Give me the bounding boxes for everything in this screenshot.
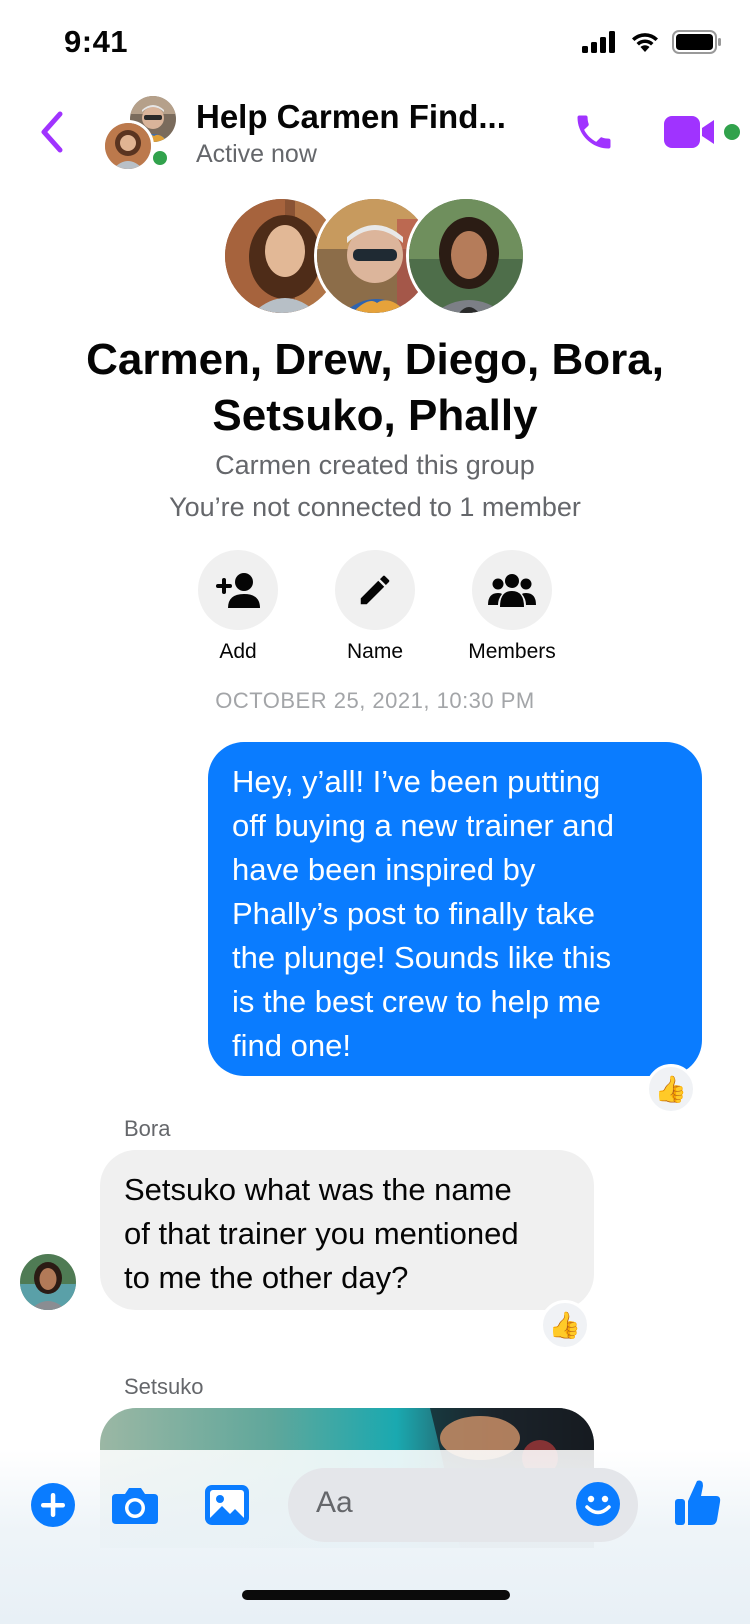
group-actions: Add Name Members <box>0 550 750 663</box>
video-camera-icon <box>664 116 714 148</box>
message-line: find one! <box>232 1028 351 1063</box>
wifi-icon <box>630 31 660 58</box>
add-member-circle[interactable] <box>198 550 278 630</box>
outgoing-message-bubble[interactable]: Hey, y’all! I’ve been putting off buying… <box>208 742 702 1076</box>
sender-name-bora: Bora <box>124 1116 171 1141</box>
add-member-button[interactable]: Add <box>178 550 298 664</box>
name-group-button[interactable]: Name <box>315 550 435 664</box>
message-input-placeholder: Aa <box>316 1486 353 1519</box>
status-time: 9:41 <box>64 24 129 59</box>
avatar-phally-large <box>406 196 526 316</box>
thumbs-up-reaction[interactable]: 👍 <box>646 1064 696 1114</box>
gallery-button[interactable] <box>202 1480 252 1530</box>
group-members-avatars <box>222 196 528 316</box>
message-timestamp: OCTOBER 25, 2021, 10:30 PM <box>215 688 535 713</box>
members-label: Members <box>468 640 556 663</box>
status-bar: 9:41 <box>0 0 750 88</box>
back-button[interactable] <box>30 106 74 158</box>
message-line: the plunge! Sounds like this <box>232 940 612 975</box>
connection-info-text: You’re not connected to 1 member <box>169 492 581 522</box>
avatar-carmen <box>102 120 154 172</box>
group-created-text: Carmen created this group <box>215 450 535 480</box>
members-button[interactable]: Members <box>452 550 572 664</box>
camera-button[interactable] <box>110 1480 160 1530</box>
members-circle[interactable] <box>472 550 552 630</box>
online-indicator <box>150 148 170 168</box>
avatar-bora[interactable] <box>20 1254 76 1310</box>
message-line: have been inspired by <box>232 852 536 887</box>
message-line: off buying a new trainer and <box>232 808 615 843</box>
home-indicator <box>242 1590 510 1600</box>
emoji-button[interactable] <box>574 1480 624 1530</box>
thumbs-up-reaction[interactable]: 👍 <box>540 1300 590 1350</box>
message-input[interactable]: Aa <box>288 1468 638 1542</box>
more-actions-button[interactable] <box>28 1480 78 1530</box>
sender-name-setsuko: Setsuko <box>124 1374 204 1399</box>
audio-call-button[interactable] <box>568 106 620 158</box>
photo-icon <box>205 1485 249 1525</box>
video-active-indicator <box>724 124 740 140</box>
message-line: to me the other day? <box>124 1260 409 1295</box>
message-line: Phally’s post to finally take <box>232 896 596 931</box>
message-line: is the best crew to help me <box>232 984 601 1019</box>
pencil-icon <box>360 575 390 605</box>
conversation-title[interactable]: Help Carmen Find... <box>196 98 506 136</box>
add-label: Add <box>219 640 257 663</box>
message-line: Hey, y’all! I’ve been putting <box>232 764 601 799</box>
plus-circle-icon <box>31 1483 75 1527</box>
chat-header: Help Carmen Find... Active now <box>0 88 750 180</box>
message-line: of that trainer you mentioned <box>124 1216 519 1251</box>
group-name: Carmen, Drew, Diego, Bora, Setsuko, Phal… <box>0 332 750 444</box>
name-group-circle[interactable] <box>335 550 415 630</box>
smiley-icon <box>576 1482 620 1526</box>
add-person-icon <box>216 573 260 608</box>
cellular-signal-icon <box>582 31 618 58</box>
phone-icon <box>577 115 611 149</box>
group-name-line-1: Carmen, Drew, Diego, Bora, <box>86 335 664 384</box>
status-icons <box>582 30 722 59</box>
chevron-left-icon <box>41 111 63 153</box>
battery-icon <box>672 30 722 59</box>
group-name-line-2: Setsuko, Phally <box>212 391 538 440</box>
camera-icon <box>112 1488 158 1524</box>
members-icon <box>488 574 536 607</box>
incoming-message-bubble[interactable]: Setsuko what was the name of that traine… <box>100 1150 594 1310</box>
video-call-button[interactable] <box>662 110 718 154</box>
active-status: Active now <box>196 140 317 168</box>
like-button[interactable] <box>670 1474 726 1530</box>
thumbs-up-icon <box>675 1480 721 1525</box>
name-label: Name <box>346 640 404 663</box>
message-line: Setsuko what was the name <box>124 1172 512 1207</box>
group-avatar-stack[interactable] <box>102 94 180 172</box>
